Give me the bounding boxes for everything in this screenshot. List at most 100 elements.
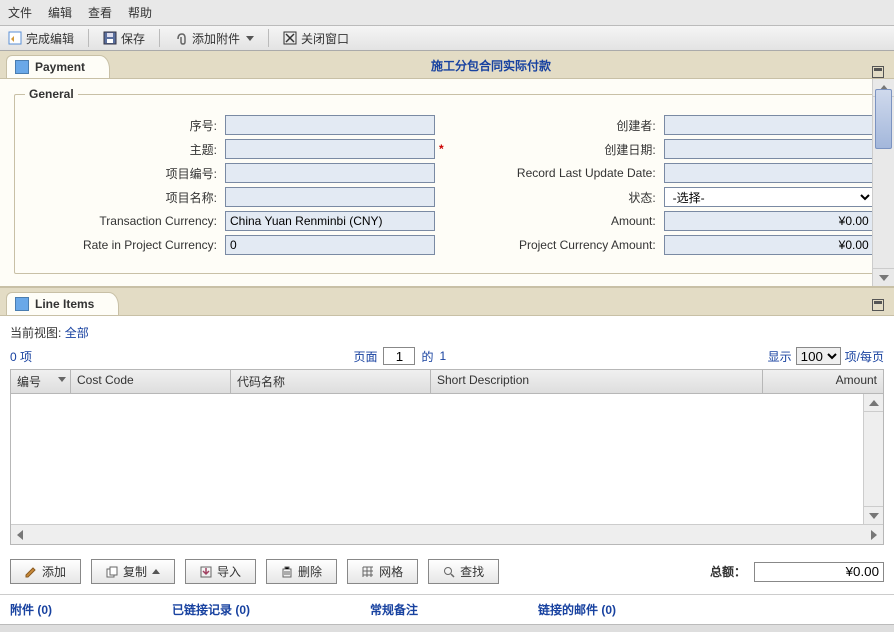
line-items-header: Line Items xyxy=(0,287,894,316)
col-no[interactable]: 编号 xyxy=(11,370,71,393)
grid-vertical-scrollbar[interactable] xyxy=(863,394,883,524)
scroll-right-icon[interactable] xyxy=(865,526,883,544)
line-items-tab[interactable]: Line Items xyxy=(6,292,119,315)
current-view-label: 当前视图: xyxy=(10,326,61,340)
grid-label: 网格 xyxy=(379,563,403,580)
record-last-update-input[interactable] xyxy=(664,163,874,183)
txn-currency-input[interactable] xyxy=(225,211,435,231)
vertical-scrollbar[interactable] xyxy=(872,79,894,286)
scroll-down-icon[interactable] xyxy=(873,268,894,286)
find-label: 查找 xyxy=(460,563,484,580)
current-view-row: 当前视图: 全部 xyxy=(10,324,884,341)
seq-input[interactable] xyxy=(225,115,435,135)
payment-tab[interactable]: Payment xyxy=(6,55,110,78)
scroll-up-icon[interactable] xyxy=(864,394,883,412)
project-no-label: 项目编号: xyxy=(25,165,225,182)
attachments-link[interactable]: 附件 (0) xyxy=(10,601,52,618)
add-label: 添加 xyxy=(42,563,66,580)
rate-label: Rate in Project Currency: xyxy=(25,238,225,252)
per-page-label: 项/每页 xyxy=(845,348,884,365)
line-items-grid: 编号 Cost Code 代码名称 Short Description Amou… xyxy=(10,369,884,545)
page-input[interactable] xyxy=(383,347,415,365)
general-notes-link[interactable]: 常规备注 xyxy=(370,601,418,618)
pager-row: 0 项 页面 的 1 显示 100 项/每页 xyxy=(10,347,884,365)
proj-amount-label: Project Currency Amount: xyxy=(464,238,664,252)
search-icon xyxy=(443,566,455,578)
copy-label: 复制 xyxy=(123,563,147,580)
project-name-input[interactable] xyxy=(225,187,435,207)
grid-header-row: 编号 Cost Code 代码名称 Short Description Amou… xyxy=(11,370,883,394)
general-legend: General xyxy=(25,87,78,101)
page-title: 施工分包合同实际付款 xyxy=(110,51,872,78)
col-cost-code[interactable]: Cost Code xyxy=(71,370,231,393)
page-of-label: 的 xyxy=(421,348,433,365)
grid-icon xyxy=(362,566,374,578)
create-date-label: 创建日期: xyxy=(464,141,664,158)
col-code-name[interactable]: 代码名称 xyxy=(231,370,431,393)
menu-edit[interactable]: 编辑 xyxy=(48,4,72,21)
scroll-down-icon[interactable] xyxy=(864,506,883,524)
finish-edit-button[interactable]: 完成编辑 xyxy=(8,30,74,47)
proj-amount-input[interactable] xyxy=(664,235,874,255)
action-row: 添加 复制 导入 删除 网格 查找 总额： xyxy=(0,549,894,595)
scroll-thumb[interactable] xyxy=(875,89,892,149)
toolbar: 完成编辑 保存 添加附件 关闭窗口 xyxy=(0,26,894,51)
finish-edit-icon xyxy=(8,31,22,45)
remove-label: 删除 xyxy=(298,563,322,580)
add-button[interactable]: 添加 xyxy=(10,559,81,584)
col-amount[interactable]: Amount xyxy=(763,370,883,393)
note-icon xyxy=(15,297,29,311)
grid-button[interactable]: 网格 xyxy=(347,559,418,584)
creator-label: 创建者: xyxy=(464,117,664,134)
project-no-input[interactable] xyxy=(225,163,435,183)
linked-records-link[interactable]: 已链接记录 (0) xyxy=(172,601,250,618)
menu-help[interactable]: 帮助 xyxy=(128,4,152,21)
save-icon xyxy=(103,31,117,45)
current-view-value[interactable]: 全部 xyxy=(65,326,89,340)
toolbar-divider xyxy=(88,29,89,47)
grid-body xyxy=(11,394,883,524)
import-label: 导入 xyxy=(217,563,241,580)
amount-label: Amount: xyxy=(464,214,664,228)
status-label: 状态: xyxy=(464,189,664,206)
page-label: 页面 xyxy=(353,348,377,365)
save-label: 保存 xyxy=(121,30,145,47)
status-select[interactable]: -选择- xyxy=(664,187,874,207)
txn-currency-label: Transaction Currency: xyxy=(25,214,225,228)
copy-button[interactable]: 复制 xyxy=(91,559,175,584)
grid-horizontal-scrollbar[interactable] xyxy=(11,524,883,544)
linked-mails-link[interactable]: 链接的邮件 (0) xyxy=(538,601,616,618)
creator-input[interactable] xyxy=(664,115,874,135)
maximize-icon[interactable] xyxy=(872,299,884,311)
rate-input[interactable] xyxy=(225,235,435,255)
remove-button[interactable]: 删除 xyxy=(266,559,337,584)
payment-tab-label: Payment xyxy=(35,60,85,74)
create-date-input[interactable] xyxy=(664,139,874,159)
record-last-update-label: Record Last Update Date: xyxy=(464,166,664,180)
total-input[interactable] xyxy=(754,562,884,582)
chevron-up-icon xyxy=(152,569,160,574)
save-button[interactable]: 保存 xyxy=(103,30,145,47)
footer-links: 附件 (0) 已链接记录 (0) 常规备注 链接的邮件 (0) xyxy=(0,595,894,624)
seq-label: 序号: xyxy=(25,117,225,134)
add-attachment-button[interactable]: 添加附件 xyxy=(174,30,254,47)
find-button[interactable]: 查找 xyxy=(428,559,499,584)
menu-file[interactable]: 文件 xyxy=(8,4,32,21)
menu-view[interactable]: 查看 xyxy=(88,4,112,21)
subject-label: 主题: xyxy=(25,141,225,158)
page-total: 1 xyxy=(440,349,447,363)
scroll-left-icon[interactable] xyxy=(11,526,29,544)
close-window-label: 关闭窗口 xyxy=(301,30,349,47)
close-window-button[interactable]: 关闭窗口 xyxy=(283,30,349,47)
col-short-desc[interactable]: Short Description xyxy=(431,370,763,393)
menubar: 文件 编辑 查看 帮助 xyxy=(0,0,894,26)
subject-input[interactable] xyxy=(225,139,435,159)
show-label: 显示 xyxy=(768,348,792,365)
line-items-tab-label: Line Items xyxy=(35,297,94,311)
show-select[interactable]: 100 xyxy=(796,347,841,365)
maximize-icon[interactable] xyxy=(872,66,884,78)
import-button[interactable]: 导入 xyxy=(185,559,256,584)
amount-input[interactable] xyxy=(664,211,874,231)
form-region: General 序号: 主题: * 项目编号: 项目名称: xyxy=(0,79,894,287)
toolbar-divider xyxy=(268,29,269,47)
